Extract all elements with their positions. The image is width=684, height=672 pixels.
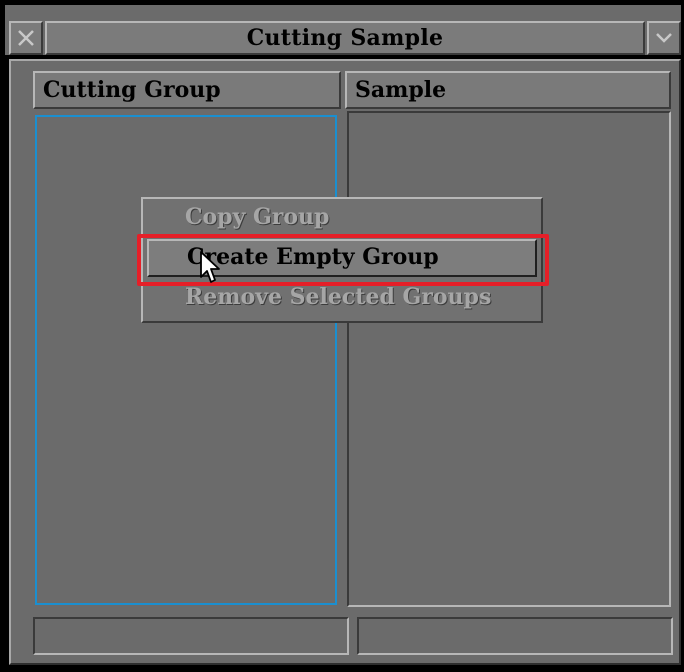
cutting-sample-window: Cutting Sample Cutting Group Sample Copy…: [0, 0, 684, 672]
menu-item-create-empty-group[interactable]: Create Empty Group: [147, 239, 537, 277]
cutting-group-header[interactable]: Cutting Group: [33, 71, 341, 109]
menu-item-copy-group[interactable]: Copy Group: [147, 199, 537, 237]
status-field-right: [357, 617, 673, 655]
window-title[interactable]: Cutting Sample: [45, 21, 645, 55]
title-bar: Cutting Sample: [5, 5, 681, 55]
status-field-left: [33, 617, 349, 655]
window-menu-button[interactable]: [647, 21, 681, 55]
cutting-group-list[interactable]: [35, 115, 337, 605]
close-x-icon: [18, 30, 34, 46]
chevron-down-icon: [656, 33, 672, 43]
window-client-area: Cutting Group Sample: [9, 59, 681, 665]
sample-list[interactable]: [347, 111, 671, 607]
close-button[interactable]: [9, 21, 43, 55]
menu-item-remove-selected-groups[interactable]: Remove Selected Groups: [147, 279, 537, 317]
context-menu: Copy Group Create Empty Group Remove Sel…: [141, 197, 543, 323]
sample-header[interactable]: Sample: [345, 71, 671, 109]
